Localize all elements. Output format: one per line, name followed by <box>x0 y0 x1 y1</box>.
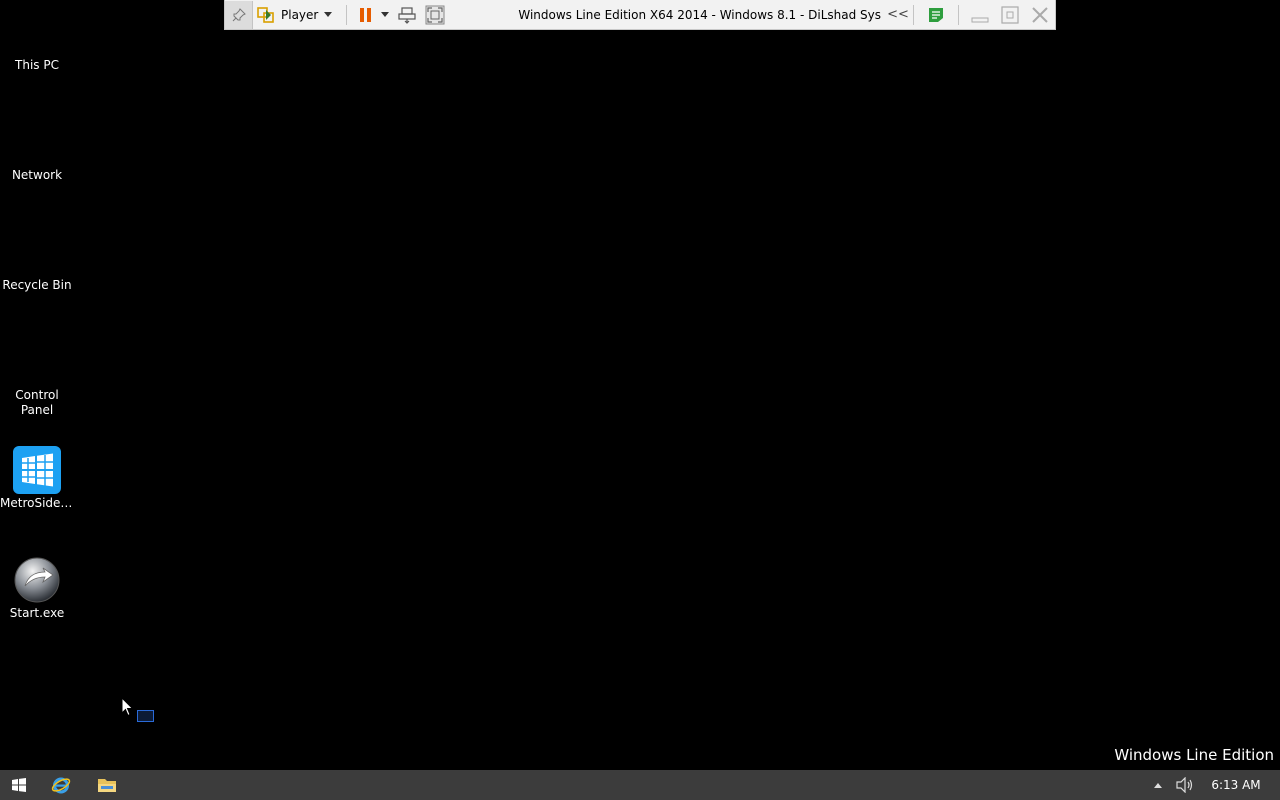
selection-marker <box>137 710 154 722</box>
send-ctrl-alt-del-button[interactable] <box>393 1 421 29</box>
desktop-icon-recycle-bin[interactable]: Recycle Bin <box>0 228 74 293</box>
start-exe-icon <box>13 556 61 604</box>
player-menu-label: Player <box>281 7 319 22</box>
start-button[interactable] <box>0 770 38 800</box>
recycle-bin-icon <box>13 228 61 276</box>
chevron-down-icon <box>381 12 390 17</box>
vm-toolbar: Player Windows Line Edition X64 2014 - W… <box>224 0 1056 30</box>
power-options-dropdown[interactable] <box>377 1 393 29</box>
desktop-icon-label: Start.exe <box>9 606 65 620</box>
control-panel-icon <box>13 338 61 386</box>
taskbar-file-explorer[interactable] <box>84 770 130 800</box>
full-screen-icon <box>425 5 445 24</box>
edition-watermark: Windows Line Edition <box>1114 746 1274 764</box>
desktop-icon-metro-sidebar[interactable]: MetroSideb... <box>0 446 74 511</box>
close-icon <box>1032 6 1048 23</box>
file-explorer-icon <box>98 779 116 792</box>
desktop-icon-label: Recycle Bin <box>2 278 72 292</box>
vm-window-title: Windows Line Edition X64 2014 - Windows … <box>518 7 881 22</box>
show-hidden-icons-button[interactable] <box>1148 770 1168 800</box>
pause-button[interactable] <box>353 1 377 29</box>
desktop-icon-control-panel[interactable]: Control Panel <box>0 338 74 418</box>
player-menu-button[interactable]: Player <box>253 1 340 29</box>
desktop-icon-this-pc[interactable]: This PC <box>0 8 74 73</box>
taskbar-internet-explorer[interactable] <box>38 770 84 800</box>
taskbar-clock[interactable]: 6:13 AM <box>1202 778 1280 792</box>
this-pc-icon <box>13 8 61 56</box>
minimize-button[interactable] <box>965 1 995 29</box>
chevron-down-icon <box>324 12 333 17</box>
volume-button[interactable] <box>1168 770 1202 800</box>
close-button[interactable] <box>1025 1 1055 29</box>
desktop-icon-label: Network <box>11 168 63 182</box>
network-icon <box>13 118 61 166</box>
send-ctrl-alt-del-icon <box>398 6 416 24</box>
restore-button[interactable] <box>995 1 1025 29</box>
toolbar-divider <box>346 4 348 25</box>
message-log-button[interactable] <box>920 1 952 29</box>
desktop: Player Windows Line Edition X64 2014 - W… <box>0 0 1280 800</box>
player-icon <box>257 6 274 23</box>
metro-sidebar-icon <box>13 446 61 494</box>
desktop-icon-label: MetroSideb... <box>0 496 74 510</box>
desktop-icon-network[interactable]: Network <box>0 118 74 183</box>
system-tray: 6:13 AM <box>1148 770 1280 800</box>
message-log-icon <box>929 7 943 22</box>
pause-icon <box>359 7 364 22</box>
desktop-icon-label: This PC <box>15 58 59 72</box>
full-screen-button[interactable] <box>421 1 449 29</box>
windows-logo-icon <box>12 778 26 792</box>
desktop-icon-label: Control Panel <box>15 388 59 417</box>
taskbar: 6:13 AM <box>0 770 1280 800</box>
chevron-up-icon <box>1154 782 1162 788</box>
mouse-cursor-icon <box>121 697 134 717</box>
pin-button[interactable] <box>225 0 253 29</box>
desktop-icon-start-exe[interactable]: Start.exe <box>0 556 74 621</box>
speaker-icon <box>1176 777 1193 793</box>
collapse-toolbar-button[interactable]: << <box>887 1 909 29</box>
pin-icon <box>232 7 246 21</box>
internet-explorer-icon <box>51 777 71 794</box>
minimize-icon <box>971 17 989 22</box>
toolbar-divider <box>958 4 959 25</box>
restore-icon <box>1001 5 1019 24</box>
toolbar-divider <box>913 4 914 25</box>
